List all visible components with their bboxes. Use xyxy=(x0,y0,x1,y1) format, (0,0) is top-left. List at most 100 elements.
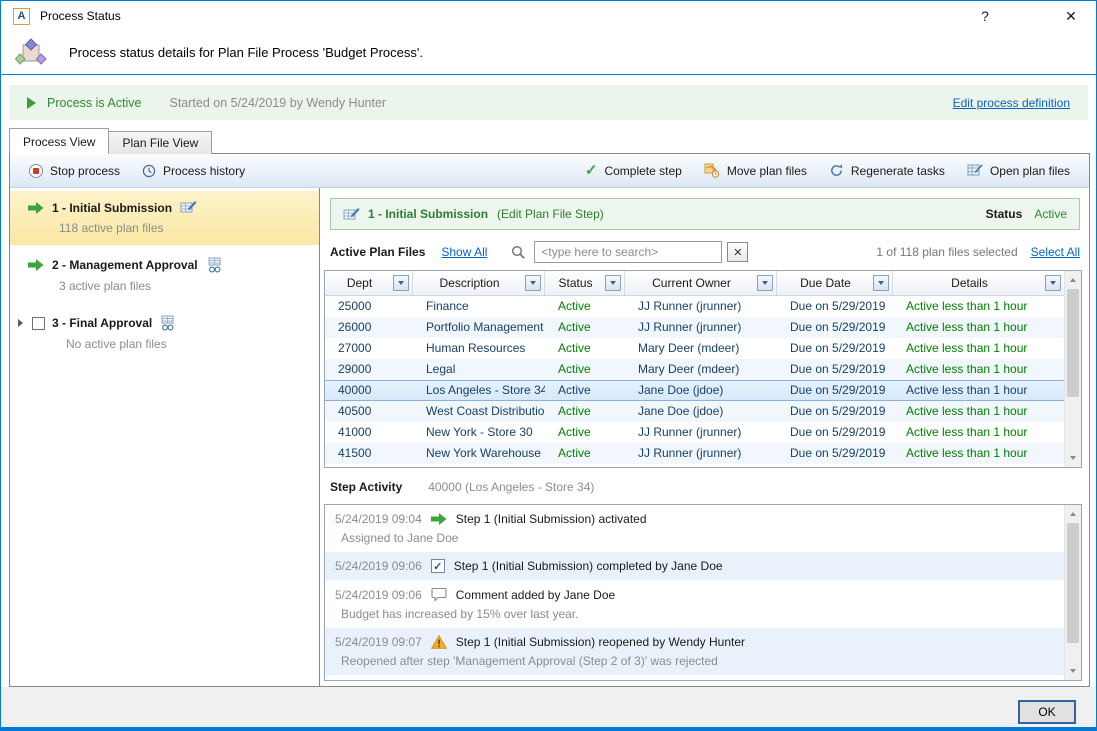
scroll-thumb[interactable] xyxy=(1067,523,1079,643)
step-active-arrow-icon xyxy=(28,201,44,215)
step-item-management-approval[interactable]: 2 - Management Approval 3 active plan fi… xyxy=(10,248,319,303)
table-scrollbar[interactable] xyxy=(1064,271,1081,467)
table-row[interactable]: 41500New York WarehouseActiveJJ Runner (… xyxy=(325,443,1064,464)
status-value: Active xyxy=(1034,207,1067,221)
filter-current-owner-button[interactable] xyxy=(757,275,773,291)
process-active-status: Process is Active xyxy=(47,96,141,110)
chevron-down-icon xyxy=(530,281,536,285)
step-item-final-approval[interactable]: 3 - Final Approval No active plan files xyxy=(10,306,319,361)
toolbar-right-group: ✓ Complete step Move plan files xyxy=(574,158,1081,183)
move-plan-files-icon xyxy=(704,163,720,178)
filter-description-button[interactable] xyxy=(525,275,541,291)
process-started-detail: Started on 5/24/2019 by Wendy Hunter xyxy=(169,96,386,110)
activity-subtext: Assigned to Jane Doe xyxy=(341,531,1064,545)
step-item-initial-submission[interactable]: 1 - Initial Submission 118 active plan f… xyxy=(10,191,319,245)
tab-process-view[interactable]: Process View xyxy=(9,128,109,154)
select-all-link[interactable]: Select All xyxy=(1031,245,1080,259)
step-subtext: 3 active plan files xyxy=(59,279,313,293)
dialog-bottom-border xyxy=(1,727,1096,730)
scroll-down-icon[interactable] xyxy=(1065,450,1081,466)
play-icon xyxy=(27,97,36,109)
open-plan-files-icon xyxy=(967,163,983,178)
table-row[interactable]: 25000FinanceActiveJJ Runner (jrunner)Due… xyxy=(325,296,1064,317)
chevron-down-icon xyxy=(398,281,404,285)
app-icon: A xyxy=(13,8,30,25)
activity-subtext: Reopened after step 'Management Approval… xyxy=(341,654,1064,668)
column-header-details[interactable]: Details xyxy=(893,271,1064,295)
completed-checkbox-icon: ✓ xyxy=(431,559,445,573)
step-active-arrow-icon xyxy=(28,258,44,272)
step-title: 3 - Final Approval xyxy=(52,316,152,330)
step-activity-header: Step Activity 40000 (Los Angeles - Store… xyxy=(330,480,594,494)
edit-step-icon xyxy=(180,200,197,215)
chevron-down-icon xyxy=(878,281,884,285)
chevron-down-icon xyxy=(762,281,768,285)
activity-text: Step 1 (Initial Submission) activated xyxy=(456,512,647,526)
process-history-label: Process history xyxy=(163,164,245,178)
expander-icon[interactable] xyxy=(18,319,23,327)
activity-text: Step 1 (Initial Submission) completed by… xyxy=(454,559,723,573)
complete-step-button[interactable]: ✓ Complete step xyxy=(574,159,693,183)
filter-due-date-button[interactable] xyxy=(873,275,889,291)
process-history-button[interactable]: Process history xyxy=(131,159,256,183)
edit-process-definition-link[interactable]: Edit process definition xyxy=(953,96,1070,110)
step-title: 2 - Management Approval xyxy=(52,258,198,272)
warning-icon xyxy=(431,635,447,649)
activity-scrollbar[interactable] xyxy=(1064,505,1081,680)
regenerate-tasks-button[interactable]: Regenerate tasks xyxy=(818,158,956,183)
close-button[interactable]: ✕ xyxy=(1058,8,1084,25)
open-plan-files-button[interactable]: Open plan files xyxy=(956,158,1081,183)
table-row[interactable]: 27000Human ResourcesActiveMary Deer (mde… xyxy=(325,338,1064,359)
stop-process-button[interactable]: Stop process xyxy=(18,159,131,183)
help-button[interactable]: ? xyxy=(972,8,998,24)
chevron-down-icon xyxy=(1050,281,1056,285)
step-checkbox[interactable] xyxy=(32,317,45,330)
plan-files-controls: Active Plan Files Show All ✕ 1 of 118 pl… xyxy=(330,240,1080,264)
scroll-thumb[interactable] xyxy=(1067,289,1079,397)
edit-step-icon xyxy=(343,207,360,222)
review-step-icon xyxy=(159,315,176,331)
chevron-down-icon xyxy=(610,281,616,285)
activity-entry: 5/24/2019 09:06 ✓ Step 1 (Initial Submis… xyxy=(325,552,1064,580)
filter-details-button[interactable] xyxy=(1045,275,1061,291)
process-status-banner: Process is Active Started on 5/24/2019 b… xyxy=(9,85,1088,120)
activity-time: 5/24/2019 09:06 xyxy=(335,559,422,573)
clear-search-button[interactable]: ✕ xyxy=(727,242,748,262)
column-header-dept[interactable]: Dept xyxy=(325,271,413,295)
table-row-selected[interactable]: 40000Los Angeles - Store 34ActiveJane Do… xyxy=(325,380,1064,401)
edit-plan-file-step-link[interactable]: (Edit Plan File Step) xyxy=(497,207,604,221)
column-header-due-date[interactable]: Due Date xyxy=(777,271,893,295)
column-header-current-owner[interactable]: Current Owner xyxy=(625,271,777,295)
activity-subtext: Budget has increased by 15% over last ye… xyxy=(341,607,1064,621)
filter-status-button[interactable] xyxy=(605,275,621,291)
activity-entry: 5/24/2019 09:06 Comment added by Jane Do… xyxy=(325,580,1064,628)
activity-text: Step 1 (Initial Submission) reopened by … xyxy=(456,635,745,649)
scroll-up-icon[interactable] xyxy=(1065,506,1081,522)
window-title: Process Status xyxy=(40,9,121,23)
column-header-status[interactable]: Status xyxy=(545,271,625,295)
table-row[interactable]: 29000LegalActiveMary Deer (mdeer)Due on … xyxy=(325,359,1064,380)
complete-step-label: Complete step xyxy=(604,164,681,178)
process-steps-list: 1 - Initial Submission 118 active plan f… xyxy=(10,188,320,686)
window-controls: ? ✕ xyxy=(972,8,1084,25)
selected-step-header: 1 - Initial Submission (Edit Plan File S… xyxy=(330,198,1080,230)
table-row[interactable]: 41000New York - Store 30ActiveJJ Runner … xyxy=(325,422,1064,443)
ok-button[interactable]: OK xyxy=(1018,700,1076,724)
tab-plan-file-view[interactable]: Plan File View xyxy=(108,131,212,154)
filter-dept-button[interactable] xyxy=(393,275,409,291)
active-plan-files-label: Active Plan Files xyxy=(330,245,425,259)
plan-files-table: Dept Description Status Current Owner Du… xyxy=(324,270,1082,468)
title-bar: A Process Status ? ✕ xyxy=(1,1,1096,31)
clock-icon xyxy=(142,164,156,178)
scroll-up-icon[interactable] xyxy=(1065,272,1081,288)
table-row[interactable]: 26000Portfolio ManagementActiveJJ Runner… xyxy=(325,317,1064,338)
activity-entry: 5/24/2019 09:04 Step 1 (Initial Submissi… xyxy=(325,505,1064,552)
move-plan-files-button[interactable]: Move plan files xyxy=(693,158,818,183)
move-plan-files-label: Move plan files xyxy=(727,164,807,178)
show-all-link[interactable]: Show All xyxy=(441,245,487,259)
stop-icon xyxy=(29,164,43,178)
column-header-description[interactable]: Description xyxy=(413,271,545,295)
scroll-down-icon[interactable] xyxy=(1065,663,1081,679)
table-row[interactable]: 40500West Coast DistributionActiveJane D… xyxy=(325,401,1064,422)
search-input[interactable] xyxy=(534,241,722,263)
